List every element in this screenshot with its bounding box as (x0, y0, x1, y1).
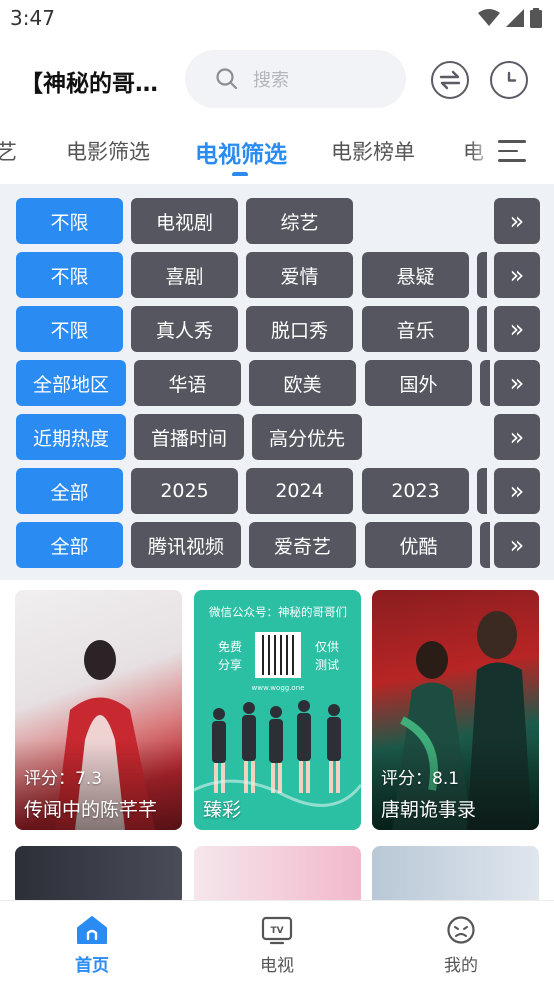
category-tabs: 艺 电影筛选 电视筛选 电影榜单 电 (0, 128, 554, 176)
filter-chip[interactable]: 音乐 (362, 306, 469, 352)
app-title: 【神秘的哥… (20, 71, 158, 97)
filter-chip[interactable]: 悬疑 (362, 252, 469, 298)
filter-chip[interactable]: 华语 (134, 360, 241, 406)
filter-chip[interactable]: 喜剧 (131, 252, 238, 298)
svg-text:TV: TV (270, 926, 283, 936)
bottom-nav: 首页 TV 电视 我的 (0, 900, 554, 984)
filter-chip[interactable]: 全部 (16, 522, 123, 568)
filter-chip[interactable]: 高分优先 (252, 414, 362, 460)
poster-card[interactable] (372, 846, 539, 906)
home-icon (77, 916, 107, 944)
poster-rating: 评分：7.3 (24, 769, 103, 789)
filter-row-sort: 近期热度 首播时间 高分优先 » (16, 414, 540, 460)
tab-menu-button[interactable] (498, 140, 526, 169)
filter-chip[interactable]: 腾讯视频 (131, 522, 241, 568)
nav-label: 电视 (260, 956, 294, 976)
filter-row-show: 不限 真人秀 脱口秀 音乐 » (16, 306, 540, 352)
filter-chip[interactable]: 爱奇艺 (249, 522, 356, 568)
poster-title: 唐朝诡事录 (381, 799, 477, 821)
filter-chip[interactable]: 2023 (362, 468, 469, 514)
signal-icon (506, 9, 524, 27)
filter-chip[interactable]: 欧美 (249, 360, 356, 406)
status-bar: 3:47 (0, 0, 554, 38)
filter-chip[interactable]: 全部 (16, 468, 123, 514)
more-filter-button[interactable]: » (494, 414, 540, 460)
more-filter-button[interactable]: » (494, 198, 540, 244)
tab-tv-filter[interactable]: 电视筛选 (195, 135, 287, 169)
battery-icon (530, 8, 542, 28)
filter-chip-partial[interactable] (477, 306, 487, 352)
filter-chip[interactable]: 不限 (16, 198, 123, 244)
filter-chip[interactable]: 2024 (246, 468, 353, 514)
search-icon (216, 68, 238, 90)
nav-home[interactable]: 首页 (52, 915, 132, 976)
filter-row-platform: 全部 腾讯视频 爱奇艺 优酷 » (16, 522, 540, 568)
filter-chip[interactable]: 不限 (16, 306, 123, 352)
wifi-icon (478, 9, 500, 26)
tab-movie-ranking[interactable]: 电影榜单 (331, 136, 415, 166)
switch-source-button[interactable] (431, 61, 469, 99)
menu-line (498, 149, 518, 153)
filter-chip[interactable]: 近期热度 (16, 414, 126, 460)
status-time: 3:47 (10, 6, 55, 30)
more-filter-button[interactable]: » (494, 468, 540, 514)
more-filter-button[interactable]: » (494, 252, 540, 298)
more-filter-button[interactable]: » (494, 360, 540, 406)
filter-chip-partial[interactable] (480, 360, 490, 406)
filter-chip-partial[interactable] (477, 252, 487, 298)
poster-title: 传闻中的陈芊芊 (24, 799, 158, 821)
filter-row-year: 全部 2025 2024 2023 » (16, 468, 540, 514)
poster-rating: 评分：8.1 (381, 769, 460, 789)
menu-line (498, 159, 526, 162)
search-input[interactable]: 搜索 (185, 50, 406, 108)
poster-card[interactable]: 微信公众号：神秘的哥哥们 免费 分享 仅供 测试 www.wogg.one 臻彩 (194, 590, 361, 830)
filter-chip[interactable]: 全部地区 (16, 360, 126, 406)
filter-chip[interactable]: 综艺 (246, 198, 353, 244)
poster-title: 臻彩 (203, 799, 242, 821)
filter-panel: 不限 电视剧 综艺 » 不限 喜剧 爱情 悬疑 » 不限 真人秀 脱口秀 音乐 … (0, 184, 554, 580)
search-placeholder: 搜索 (253, 70, 289, 91)
filter-chip[interactable]: 脱口秀 (246, 306, 353, 352)
tv-icon: TV (261, 916, 293, 945)
tab-active-indicator (232, 172, 248, 176)
tab-variety[interactable]: 艺 (0, 136, 17, 166)
nav-mine[interactable]: 我的 (421, 915, 501, 976)
swap-icon (439, 70, 461, 90)
tab-movie-filter[interactable]: 电影筛选 (66, 136, 150, 166)
filter-chip[interactable]: 爱情 (246, 252, 353, 298)
status-icons (478, 8, 542, 28)
face-icon (447, 916, 475, 944)
filter-row-genre: 不限 喜剧 爱情 悬疑 » (16, 252, 540, 298)
nav-tv[interactable]: TV 电视 (237, 915, 317, 976)
nav-label: 首页 (75, 956, 109, 976)
filter-chip[interactable]: 首播时间 (134, 414, 244, 460)
poster-card[interactable] (194, 846, 361, 906)
poster-art (194, 700, 361, 807)
filter-row-region: 全部地区 华语 欧美 国外 » (16, 360, 540, 406)
filter-chip[interactable]: 2025 (131, 468, 238, 514)
filter-row-type: 不限 电视剧 综艺 » (16, 198, 540, 244)
menu-line (498, 140, 526, 143)
filter-chip[interactable]: 国外 (365, 360, 472, 406)
poster-card[interactable] (15, 846, 182, 906)
poster-card[interactable]: 评分：8.1 唐朝诡事录 (372, 590, 539, 830)
tab-fade (470, 128, 494, 176)
more-filter-button[interactable]: » (494, 306, 540, 352)
filter-chip[interactable]: 优酷 (365, 522, 472, 568)
filter-chip[interactable]: 电视剧 (131, 198, 238, 244)
more-filter-button[interactable]: » (494, 522, 540, 568)
nav-label: 我的 (444, 956, 478, 976)
clock-icon (507, 71, 517, 82)
history-button[interactable] (490, 61, 528, 99)
poster-card[interactable]: 评分：7.3 传闻中的陈芊芊 (15, 590, 182, 830)
filter-chip-partial[interactable] (477, 468, 487, 514)
filter-chip-partial[interactable] (480, 522, 490, 568)
filter-chip[interactable]: 真人秀 (131, 306, 238, 352)
filter-chip[interactable]: 不限 (16, 252, 123, 298)
